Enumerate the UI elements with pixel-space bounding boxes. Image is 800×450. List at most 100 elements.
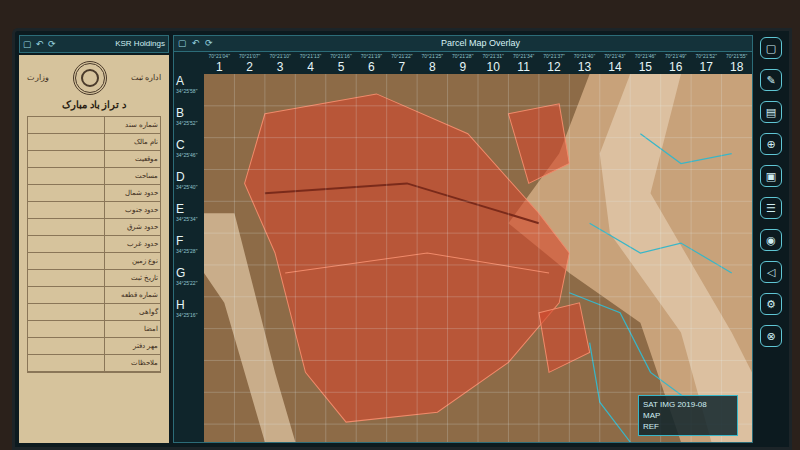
column-label: 70°21'16"5 <box>326 52 356 74</box>
row-label: F34°25'28" <box>174 234 204 266</box>
document-blank <box>28 287 104 303</box>
column-number: 4 <box>307 60 314 74</box>
column-coord: 70°21'31" <box>482 52 503 60</box>
tool-button[interactable]: ▤ <box>760 101 782 123</box>
row-coord: 34°25'58" <box>176 88 197 95</box>
column-coord: 70°21'25" <box>422 52 443 60</box>
document-cell: موقعیت <box>104 151 160 167</box>
panel-title: Parcel Map Overlay <box>213 37 748 51</box>
document-header: ▢ ↶ ⟳ KSR Holdings <box>19 35 169 53</box>
tool-button[interactable]: ☰ <box>760 197 782 219</box>
column-label: 70°21'13"4 <box>295 52 325 74</box>
document-blank <box>28 355 104 371</box>
document-row: شماره قطعه <box>28 287 160 304</box>
map-toolbar: ▢ ↶ ⟳ <box>178 39 213 48</box>
column-number: 12 <box>547 60 560 74</box>
column-number: 17 <box>700 60 713 74</box>
inset-label: SAT IMG 2019-08 <box>643 399 733 410</box>
column-number: 11 <box>517 60 529 74</box>
row-label: D34°25'40" <box>174 170 204 202</box>
toolbar-button[interactable]: ⟳ <box>205 39 213 48</box>
document-row: ملاحظات <box>28 355 160 372</box>
row-coord: 34°25'28" <box>176 248 197 255</box>
document-cell: تاریخ ثبت <box>104 270 160 286</box>
column-number: 1 <box>216 60 223 74</box>
column-number: 9 <box>459 60 466 74</box>
column-label: 70°21'07"2 <box>234 52 264 74</box>
row-labels: A34°25'58"B34°25'52"C34°25'46"D34°25'40"… <box>174 74 204 442</box>
column-label: 70°21'04"1 <box>204 52 234 74</box>
row-letter: C <box>176 138 185 152</box>
document-blank <box>28 321 104 337</box>
inset-map: SAT IMG 2019-08MAPREF <box>638 395 738 436</box>
column-number: 10 <box>486 60 499 74</box>
column-coord: 70°21'40" <box>574 52 595 60</box>
column-label: 70°21'55"18 <box>721 52 751 74</box>
tool-button[interactable]: ▣ <box>760 165 782 187</box>
document-blank <box>28 151 104 167</box>
document-cell: شماره قطعه <box>104 287 160 303</box>
column-number: 8 <box>429 60 436 74</box>
document-row: امضا <box>28 321 160 338</box>
side-toolbar: ▢ ✎ ▤ ⊕ ▣ ☰ ◉ ◁ ⚙ ⊗ <box>757 35 785 443</box>
document-cell: مساحت <box>104 168 160 184</box>
row-label: H34°25'16" <box>174 298 204 330</box>
toolbar-button[interactable]: ▢ <box>178 39 187 48</box>
column-label: 70°21'34"11 <box>508 52 538 74</box>
column-coord: 70°21'10" <box>269 52 290 60</box>
column-coord: 70°21'49" <box>665 52 686 60</box>
document-row: حدود شرق <box>28 219 160 236</box>
document-row: حدود شمال <box>28 185 160 202</box>
column-coord: 70°21'16" <box>330 52 351 60</box>
column-label: 70°21'43"14 <box>600 52 630 74</box>
satellite-map[interactable]: SAT IMG 2019-08MAPREF <box>204 74 752 442</box>
document-blank <box>28 304 104 320</box>
column-label: 70°21'49"16 <box>661 52 691 74</box>
ruler-corner <box>174 52 204 74</box>
column-number: 15 <box>639 60 652 74</box>
column-label: 70°21'31"10 <box>478 52 508 74</box>
document-cell: حدود شمال <box>104 185 160 201</box>
tool-glyph: ▢ <box>766 43 776 54</box>
column-coord: 70°21'13" <box>300 52 321 60</box>
document-blank <box>28 253 104 269</box>
toolbar-button[interactable]: ⟳ <box>48 40 56 49</box>
column-number: 18 <box>730 60 743 74</box>
document-blank <box>28 202 104 218</box>
tool-button[interactable]: ✎ <box>760 69 782 91</box>
document-cell: ملاحظات <box>104 355 160 371</box>
row-label: E34°25'34" <box>174 202 204 234</box>
document-row: تاریخ ثبت <box>28 270 160 287</box>
monitor-screen: ▢↶⟳KSR Holdingsوزارتاداره ثبتد تراز باد … <box>12 28 792 450</box>
document-cell: شماره سند <box>104 117 160 133</box>
column-label: 70°21'37"12 <box>539 52 569 74</box>
tool-button[interactable]: ⊕ <box>760 133 782 155</box>
document-row: حدود غرب <box>28 236 160 253</box>
row-letter: D <box>176 170 185 184</box>
tool-button[interactable]: ⊗ <box>760 325 782 347</box>
tool-button[interactable]: ▢ <box>760 37 782 59</box>
column-label: 70°21'22"7 <box>387 52 417 74</box>
toolbar-button[interactable]: ▢ <box>23 40 32 49</box>
document-blank <box>28 134 104 150</box>
tool-glyph: ▣ <box>766 171 776 182</box>
panel-title: KSR Holdings <box>115 38 165 50</box>
toolbar-button[interactable]: ↶ <box>192 39 200 48</box>
row-label: A34°25'58" <box>174 74 204 106</box>
tool-button[interactable]: ◁ <box>760 261 782 283</box>
column-coord: 70°21'34" <box>513 52 534 60</box>
seal-inner-icon <box>81 69 99 87</box>
column-label: 70°21'52"17 <box>691 52 721 74</box>
row-coord: 34°25'16" <box>176 312 197 319</box>
document-cell: حدود غرب <box>104 236 160 252</box>
tool-button[interactable]: ⚙ <box>760 293 782 315</box>
document-blank <box>28 270 104 286</box>
tool-button[interactable]: ◉ <box>760 229 782 251</box>
column-coord: 70°21'07" <box>239 52 260 60</box>
document-blank <box>28 338 104 354</box>
tool-glyph: ☰ <box>766 203 776 214</box>
document-blank <box>28 168 104 184</box>
column-labels: 70°21'04"170°21'07"270°21'10"370°21'13"4… <box>204 52 752 74</box>
toolbar-button[interactable]: ↶ <box>36 40 44 49</box>
document-blank <box>28 117 104 133</box>
